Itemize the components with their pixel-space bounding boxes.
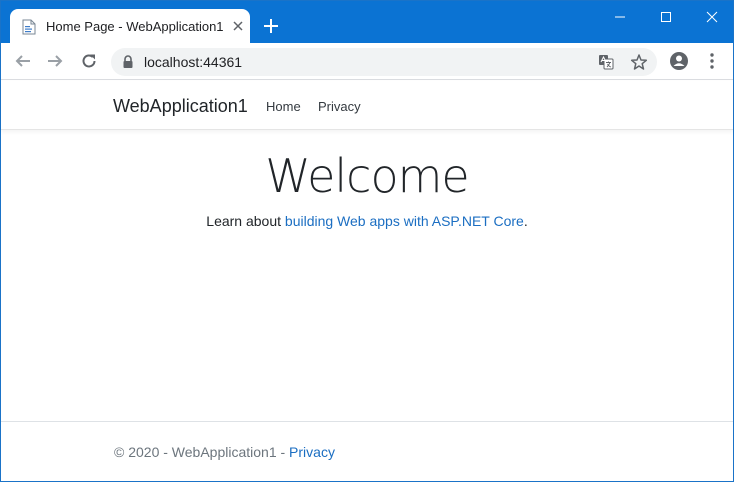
minimize-icon[interactable] bbox=[597, 1, 643, 33]
close-icon[interactable] bbox=[230, 18, 246, 34]
star-icon[interactable] bbox=[630, 53, 648, 71]
window-close-icon[interactable] bbox=[689, 1, 734, 33]
welcome-heading: Welcome bbox=[265, 149, 469, 203]
forward-arrow-icon[interactable] bbox=[45, 51, 65, 71]
footer-divider bbox=[1, 421, 733, 422]
title-bar: Home Page - WebApplication1 bbox=[1, 1, 733, 43]
web-page: WebApplication1 Home Privacy Welcome Lea… bbox=[1, 81, 733, 481]
lock-icon[interactable] bbox=[122, 55, 134, 69]
learn-suffix: . bbox=[523, 213, 528, 229]
browser-tab[interactable]: Home Page - WebApplication1 bbox=[10, 9, 250, 43]
profile-icon[interactable] bbox=[669, 51, 689, 71]
tab-title: Home Page - WebApplication1 bbox=[46, 19, 224, 34]
browser-window: Home Page - WebApplication1 localhost:44… bbox=[0, 0, 734, 482]
browser-toolbar: localhost:44361 bbox=[1, 43, 733, 80]
page-favicon-icon bbox=[22, 19, 36, 35]
address-bar[interactable]: localhost:44361 bbox=[111, 48, 657, 76]
plus-icon[interactable] bbox=[261, 16, 281, 36]
site-navbar: WebApplication1 Home Privacy bbox=[1, 81, 733, 130]
footer-privacy-link[interactable]: Privacy bbox=[289, 444, 335, 460]
translate-icon[interactable] bbox=[598, 54, 614, 70]
reload-icon[interactable] bbox=[79, 51, 99, 71]
kebab-menu-icon[interactable] bbox=[702, 51, 722, 71]
footer-copyright: © 2020 - WebApplication1 - bbox=[114, 444, 290, 460]
learn-paragraph: Learn about building Web apps with ASP.N… bbox=[1, 213, 733, 229]
maximize-icon[interactable] bbox=[643, 1, 689, 33]
brand-link[interactable]: WebApplication1 bbox=[113, 96, 248, 117]
nav-link-home[interactable]: Home bbox=[266, 99, 301, 114]
nav-link-privacy[interactable]: Privacy bbox=[318, 99, 361, 114]
site-footer: © 2020 - WebApplication1 - Privacy bbox=[114, 444, 335, 460]
back-arrow-icon[interactable] bbox=[13, 51, 33, 71]
url-text[interactable]: localhost:44361 bbox=[144, 54, 242, 70]
learn-prefix: Learn about bbox=[206, 213, 285, 229]
aspnet-docs-link[interactable]: building Web apps with ASP.NET Core bbox=[285, 213, 524, 229]
